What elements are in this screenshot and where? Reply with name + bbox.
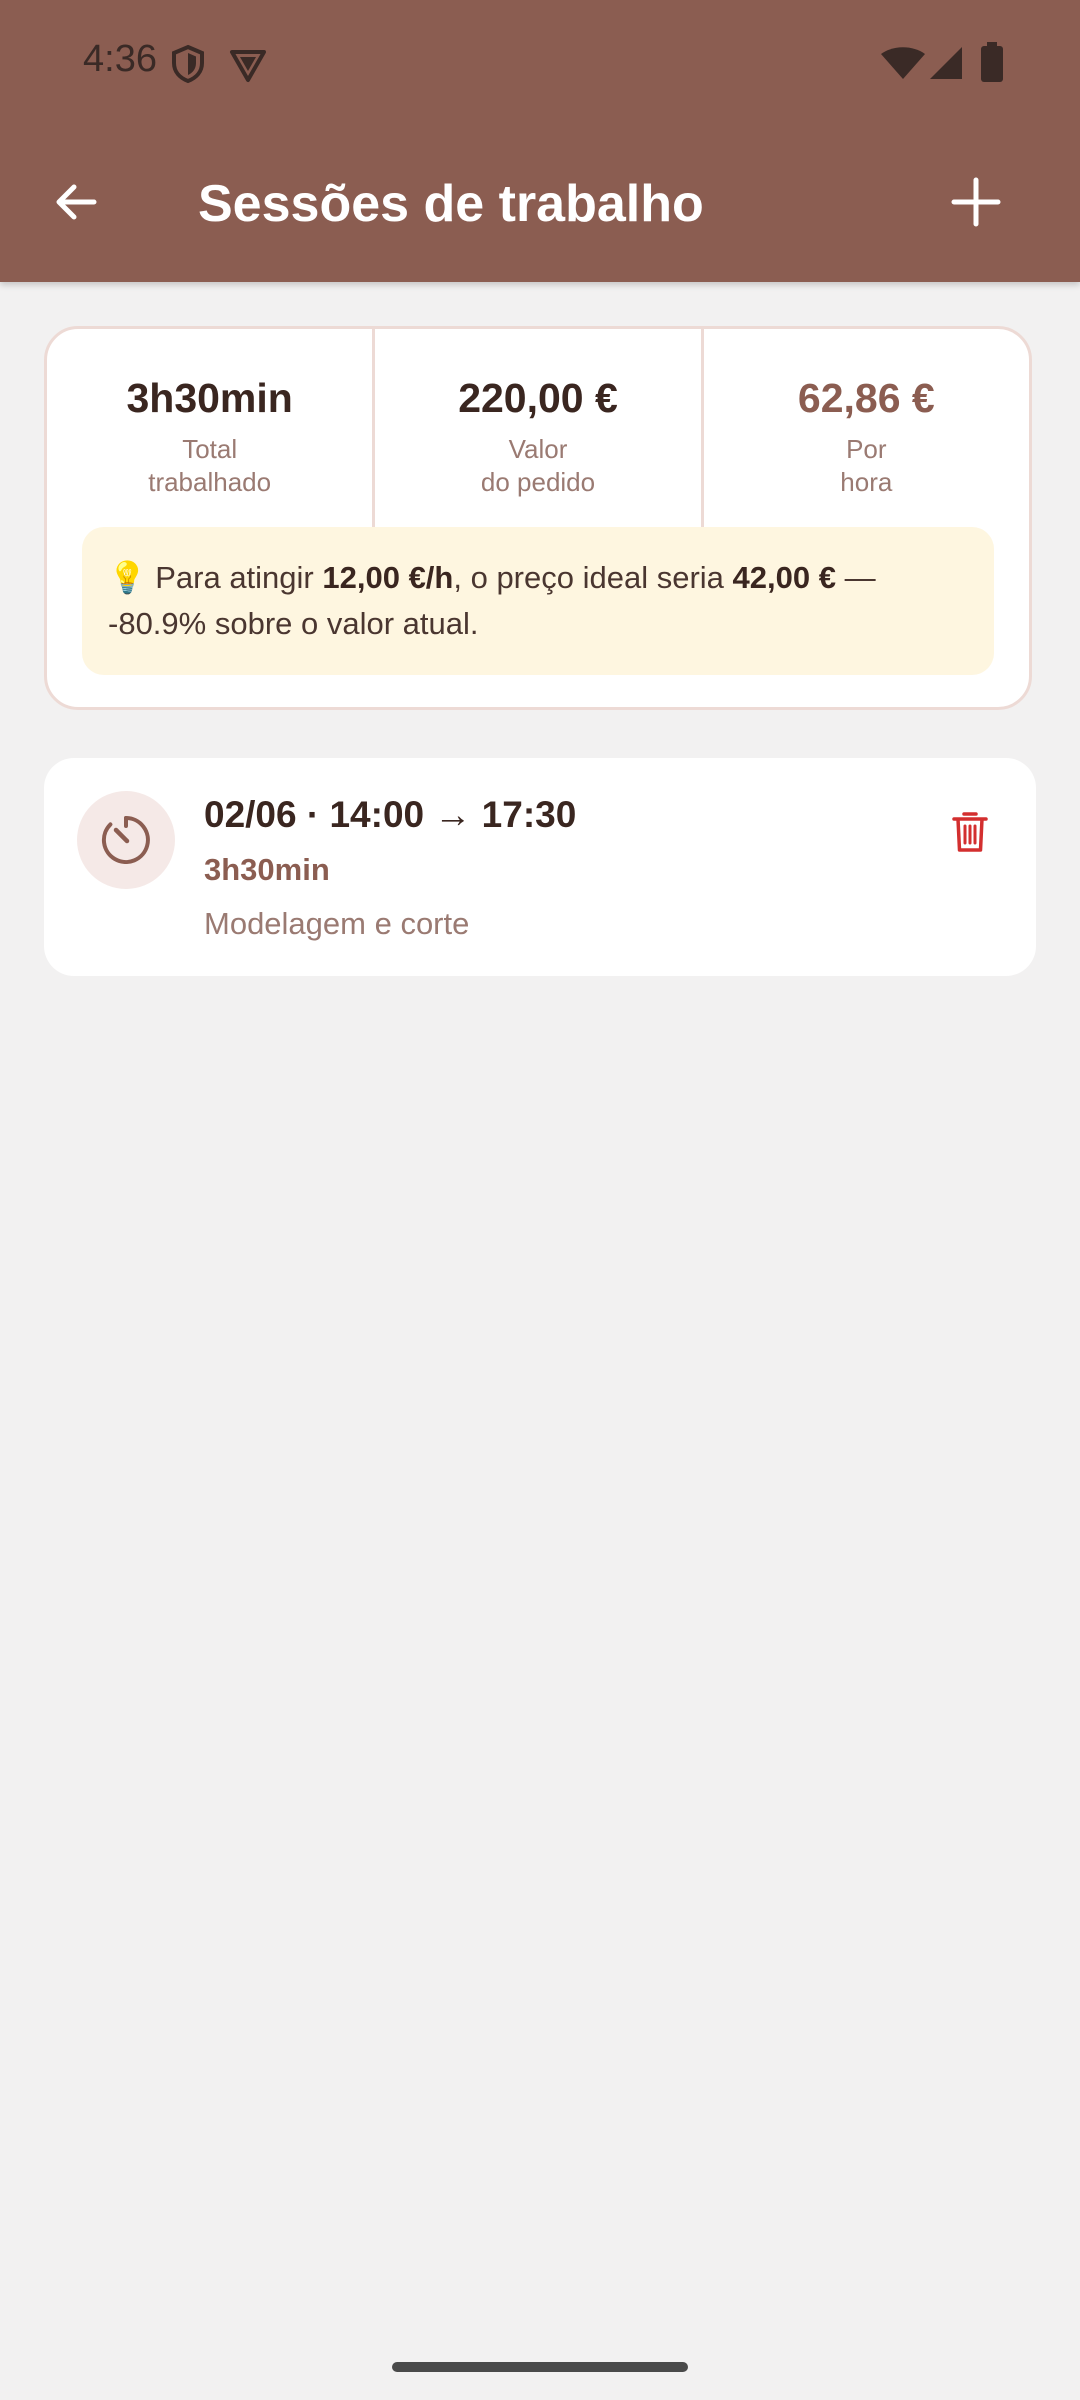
battery-icon [980,42,1004,87]
back-button[interactable] [40,166,112,238]
stat-per-hour: 62,86 € Por hora [700,329,1029,529]
stat-total-worked: 3h30min Total trabalhado [47,329,372,529]
price-tip: 💡 Para atingir 12,00 €/h, o preço ideal … [82,527,994,675]
summary-stats: 3h30min Total trabalhado 220,00 € Valor do… [47,329,1029,529]
stat-label: Valor do pedido [480,434,596,497]
add-session-button[interactable] [940,166,1012,238]
stat-label: Por hora [840,434,893,497]
stat-value: 62,86 € [797,375,935,421]
timer-icon [101,816,150,864]
session-avatar [77,791,175,889]
vpn-shield-icon [228,44,268,89]
app-bar: 4:36 Sessões de trabalho [0,0,1080,282]
session-item[interactable]: 02/06 · 14:00 → 17:30 3h30min Modelagem … [44,758,1036,976]
home-indicator[interactable] [392,2362,688,2372]
stat-value: 220,00 € [458,375,618,421]
target-rate: 12,00 €/h [322,560,454,595]
arrow-back-icon [56,184,97,220]
stat-order-value: 220,00 € Valor do pedido [372,329,700,529]
stat-label: Total trabalhado [148,434,272,497]
page-title: Sessões de trabalho [198,175,704,233]
ideal-price: 42,00 € [732,560,836,595]
session-time-range: 02/06 · 14:00 → 17:30 [204,794,577,835]
session-description: Modelagem e corte [204,906,470,941]
status-time: 4:36 [83,38,157,80]
trash-icon [952,812,988,852]
wifi-icon [880,46,926,85]
stat-value: 3h30min [126,375,293,421]
session-duration: 3h30min [204,852,330,887]
signal-icon [928,46,964,85]
summary-card: 3h30min Total trabalhado 220,00 € Valor do… [44,326,1032,710]
lightbulb-icon: 💡 [108,560,147,595]
plus-icon [951,177,1001,227]
shield-icon [170,44,206,89]
delete-session-button[interactable] [938,800,1002,864]
screen: 4:36 Sessões de trabalho 3h30min Total t… [0,0,1080,2400]
